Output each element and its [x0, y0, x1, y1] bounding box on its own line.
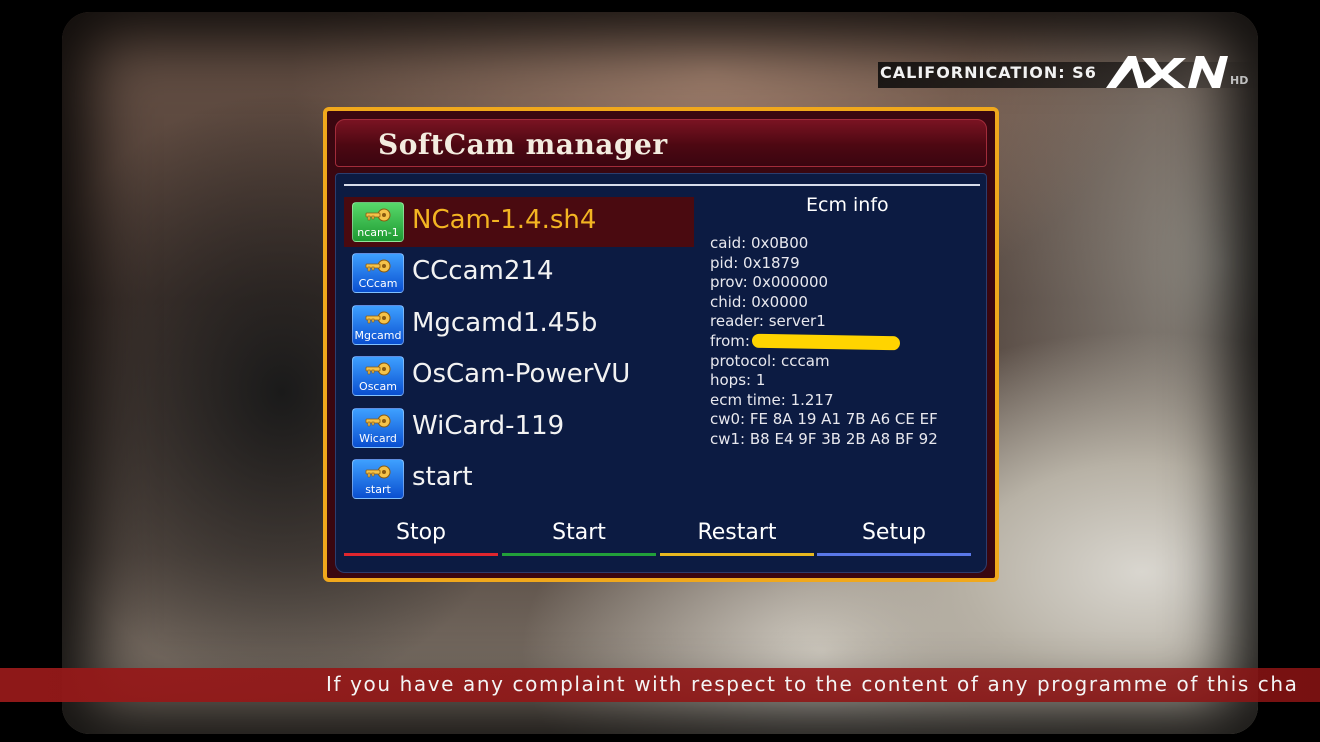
setup-button[interactable]: Setup [817, 516, 971, 556]
start-button[interactable]: Start [502, 516, 656, 556]
cam-name: start [412, 462, 473, 492]
key-icon: ncam-1 [352, 202, 404, 242]
restart-button[interactable]: Restart [660, 516, 814, 556]
key-icon: start [352, 459, 404, 499]
cam-item[interactable]: CCcam CCcam214 [344, 248, 694, 298]
ecm-info-text: chid: 0x0000 [710, 292, 808, 311]
ecm-info-text: protocol: cccam [710, 351, 830, 370]
cam-item[interactable]: Wicard WiCard-119 [344, 403, 694, 453]
dialog-header: SoftCam manager [335, 119, 987, 167]
key-icon: Oscam [352, 356, 404, 396]
ecm-info-line: cw0: FE 8A 19 A1 7B A6 CE EF [710, 410, 980, 430]
cam-item[interactable]: Oscam OsCam-PowerVU [344, 351, 694, 401]
ecm-info-text: prov: 0x000000 [710, 273, 829, 292]
ecm-info-line: reader: server1 [710, 312, 980, 332]
button-label: Stop [395, 520, 446, 545]
cam-name: NCam-1.4.sh4 [412, 205, 597, 235]
button-label: Setup [861, 520, 927, 545]
cam-icon-label: start [365, 483, 391, 496]
ecm-info-text: ecm time: 1.217 [710, 390, 834, 409]
svg-text:HD: HD [1230, 74, 1248, 87]
stop-button[interactable]: Stop [344, 516, 498, 556]
softcam-manager-dialog: SoftCam manager ncam-1 NCam-1.4.sh4 CCcam C… [323, 107, 999, 582]
cam-icon-label: Wicard [359, 432, 397, 445]
ecm-info-text: caid: 0x0B00 [710, 234, 809, 252]
ecm-info-line: caid: 0x0B00 [710, 234, 980, 254]
ticker-text: If you have any complaint with respect t… [326, 672, 1299, 696]
ecm-info-text: reader: server1 [710, 312, 826, 331]
dialog-body: ncam-1 NCam-1.4.sh4 CCcam CCcam214 Mgcamd Mgc… [335, 173, 987, 573]
key-icon: Wicard [352, 408, 404, 448]
redaction-mark [751, 333, 901, 351]
cam-name: WiCard-119 [412, 411, 565, 441]
ecm-info-line: cw1: B8 E4 9F 3B 2B A8 BF 92 [710, 430, 980, 450]
ecm-info-line: protocol: cccam [710, 352, 980, 372]
cam-item[interactable]: ncam-1 NCam-1.4.sh4 [344, 197, 694, 247]
ecm-info-line: hops: 1 [710, 371, 980, 391]
cam-name: OsCam-PowerVU [412, 359, 631, 389]
ecm-info-text: pid: 0x1879 [710, 253, 800, 272]
button-label: Restart [697, 520, 777, 545]
ecm-info-text: cw0: FE 8A 19 A1 7B A6 CE EF [710, 410, 938, 429]
cam-icon-label: Oscam [359, 380, 397, 393]
color-key-bar [344, 553, 498, 556]
cam-item[interactable]: start start [344, 454, 694, 504]
ecm-info-text: from: [710, 331, 750, 350]
axn-hd-logo-icon: HD [1106, 56, 1248, 88]
button-label: Start [552, 520, 606, 545]
cam-name: Mgcamd1.45b [412, 308, 598, 338]
cam-name: CCcam214 [412, 256, 554, 286]
ecm-info-line: prov: 0x000000 [710, 273, 980, 293]
cam-item[interactable]: Mgcamd Mgcamd1.45b [344, 300, 694, 350]
color-key-bar [660, 553, 814, 556]
color-key-bar [817, 553, 971, 556]
key-icon: CCcam [352, 253, 404, 293]
ecm-info-line: from: [710, 332, 980, 352]
ecm-info-line: ecm time: 1.217 [710, 391, 980, 411]
channel-show-title: CALIFORNICATION: S6 [880, 63, 1097, 82]
ecm-info-text: cw1: B8 E4 9F 3B 2B A8 BF 92 [710, 429, 938, 448]
ecm-info-title: Ecm info [806, 194, 889, 216]
cam-icon-label: Mgcamd [354, 329, 402, 342]
cam-icon-label: CCcam [358, 277, 398, 290]
header-divider [344, 184, 980, 186]
color-key-bar [502, 553, 656, 556]
news-ticker: If you have any complaint with respect t… [0, 668, 1320, 702]
cam-icon-label: ncam-1 [357, 226, 399, 239]
key-icon: Mgcamd [352, 305, 404, 345]
ecm-info-panel: caid: 0x0B00 pid: 0x1879 prov: 0x000000 chi… [710, 234, 980, 450]
ecm-info-text: hops: 1 [710, 371, 766, 390]
ecm-info-line: pid: 0x1879 [710, 254, 980, 274]
dialog-title: SoftCam manager [378, 128, 668, 161]
ecm-info-line: chid: 0x0000 [710, 293, 980, 313]
